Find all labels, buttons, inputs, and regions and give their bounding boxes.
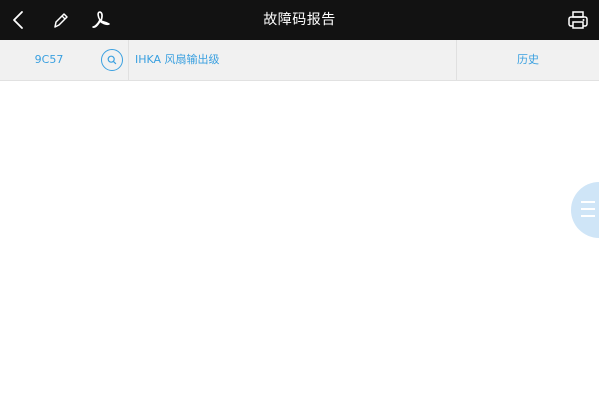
printer-icon[interactable] bbox=[563, 0, 593, 40]
fault-status: 历史 bbox=[517, 53, 539, 66]
top-bar: 故障码报告 bbox=[0, 0, 599, 40]
fault-description: IHKA 风扇输出级 bbox=[135, 53, 220, 66]
column-divider bbox=[128, 40, 129, 80]
report-content-area bbox=[0, 81, 599, 405]
search-icon[interactable] bbox=[101, 49, 123, 71]
page-title: 故障码报告 bbox=[263, 12, 336, 28]
fault-code: 9C57 bbox=[34, 53, 64, 66]
fault-code-row[interactable]: 9C57 IHKA 风扇输出级 历史 bbox=[0, 40, 599, 81]
